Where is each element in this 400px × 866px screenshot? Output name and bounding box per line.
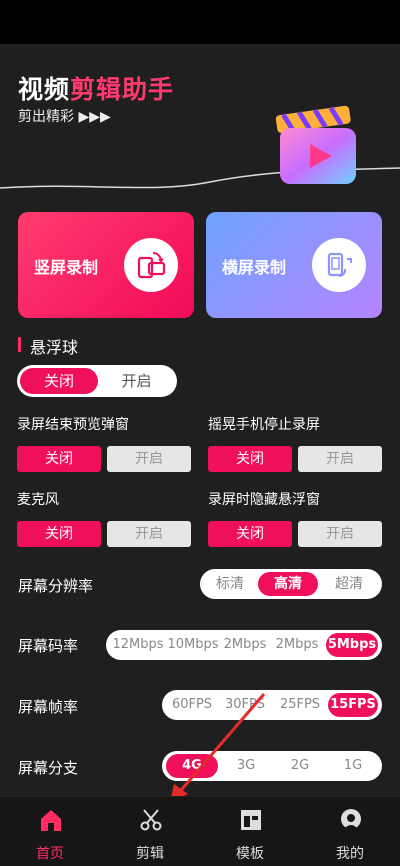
bottom-navigation: 首页 剪辑 模板 我的 <box>0 796 400 866</box>
nav-mine[interactable]: 我的 <box>300 797 400 866</box>
hero-title-pink: 剪辑助手 <box>70 75 175 104</box>
bitrate-option[interactable]: 10Mbps <box>166 633 220 657</box>
preview-popup-label: 录屏结束预览弹窗 <box>17 417 129 433</box>
framerate-label: 屏幕帧率 <box>18 698 79 716</box>
branch-option[interactable]: 3G <box>220 754 272 778</box>
bitrate-selector[interactable]: 12Mbps 10Mbps 2Mbps 2Mbps 5Mbps <box>106 630 382 660</box>
microphone-label: 麦克风 <box>17 492 59 508</box>
hero-subtitle: 剪出精彩 ▶▶▶ <box>18 109 111 125</box>
template-icon <box>241 810 261 830</box>
nav-edit[interactable]: 剪辑 <box>100 797 200 866</box>
branch-selector[interactable]: 4G 3G 2G 1G <box>162 751 382 781</box>
horizontal-record-label: 横屏录制 <box>222 258 287 277</box>
hide-float-open-button[interactable]: 开启 <box>298 521 382 547</box>
framerate-option[interactable]: 30FPS <box>220 693 270 717</box>
hero-title-white: 视频 <box>18 75 71 104</box>
horizontal-record-card[interactable]: 横屏录制 <box>206 212 382 318</box>
bitrate-option[interactable]: 2Mbps <box>272 633 322 657</box>
bitrate-option[interactable]: 2Mbps <box>220 633 270 657</box>
microphone-open-button[interactable]: 开启 <box>107 521 191 547</box>
float-ball-close-option[interactable]: 关闭 <box>20 368 98 394</box>
status-bar <box>0 0 400 44</box>
framerate-option[interactable]: 25FPS <box>274 693 326 717</box>
nav-mine-label: 我的 <box>336 846 364 862</box>
framerate-selector[interactable]: 60FPS 30FPS 25FPS 15FPS <box>162 690 382 720</box>
branch-label: 屏幕分支 <box>18 759 79 777</box>
nav-home-label: 首页 <box>36 846 64 862</box>
preview-popup-close-button[interactable]: 关闭 <box>17 446 101 472</box>
shake-stop-close-button[interactable]: 关闭 <box>208 446 292 472</box>
branch-option[interactable]: 1G <box>328 754 378 778</box>
hero-title: 视频剪辑助手 <box>18 70 174 106</box>
branch-option[interactable]: 2G <box>274 754 326 778</box>
nav-home[interactable]: 首页 <box>0 797 100 866</box>
vertical-record-card[interactable]: 竖屏录制 <box>18 212 194 318</box>
hide-float-close-button[interactable]: 关闭 <box>208 521 292 547</box>
clapperboard-icon <box>275 105 356 184</box>
nav-edit-label: 剪辑 <box>136 846 164 862</box>
resolution-option-selected[interactable]: 高清 <box>258 572 318 596</box>
shake-stop-open-button[interactable]: 开启 <box>298 446 382 472</box>
bitrate-option-selected[interactable]: 5Mbps <box>326 633 378 657</box>
shake-stop-label: 摇晃手机停止录屏 <box>208 417 320 433</box>
float-ball-open-option[interactable]: 开启 <box>99 368 174 394</box>
resolution-selector[interactable]: 标清 高清 超清 <box>200 569 382 599</box>
vertical-record-label: 竖屏录制 <box>34 258 99 277</box>
resolution-option[interactable]: 标清 <box>204 572 256 596</box>
section-marker <box>18 337 21 352</box>
home-icon <box>41 810 61 831</box>
resolution-option[interactable]: 超清 <box>322 572 376 596</box>
bitrate-label: 屏幕码率 <box>18 637 79 655</box>
float-ball-title: 悬浮球 <box>30 338 79 357</box>
profile-icon <box>341 809 361 829</box>
horizontal-record-icon <box>312 238 366 292</box>
microphone-close-button[interactable]: 关闭 <box>17 521 101 547</box>
nav-template-label: 模板 <box>236 846 264 862</box>
framerate-option[interactable]: 60FPS <box>166 693 218 717</box>
framerate-option-selected[interactable]: 15FPS <box>328 693 378 717</box>
hide-float-label: 录屏时隐藏悬浮窗 <box>208 492 320 508</box>
bitrate-option[interactable]: 12Mbps <box>110 633 166 657</box>
resolution-label: 屏幕分辨率 <box>18 577 94 595</box>
float-ball-toggle[interactable]: 关闭 开启 <box>17 365 177 397</box>
branch-option-selected[interactable]: 4G <box>166 754 218 778</box>
vertical-record-icon <box>124 238 178 292</box>
nav-template[interactable]: 模板 <box>200 797 300 866</box>
scissors-icon <box>140 809 162 831</box>
preview-popup-open-button[interactable]: 开启 <box>107 446 191 472</box>
